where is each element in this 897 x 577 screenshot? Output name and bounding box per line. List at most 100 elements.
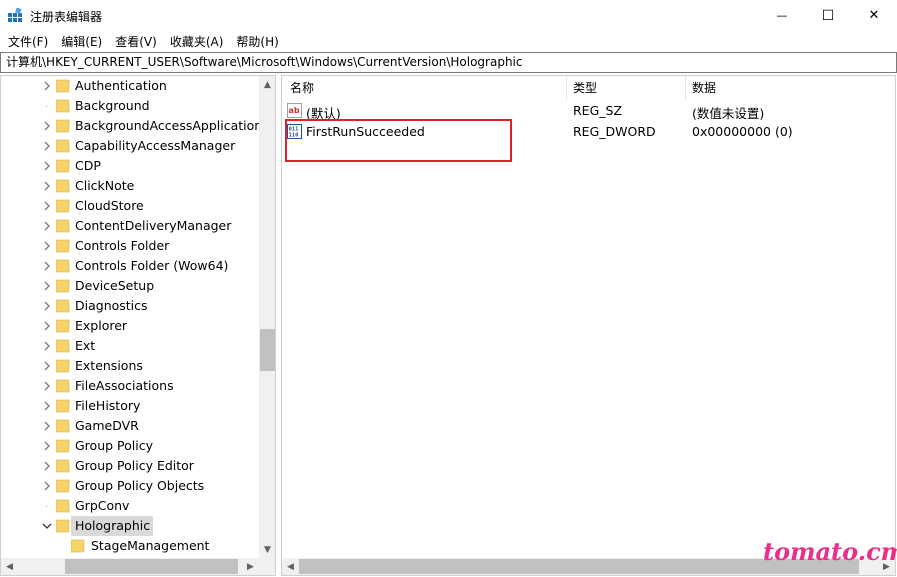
tree-item[interactable]: Extensions	[1, 356, 259, 376]
tree-item-label: Group Policy	[75, 438, 153, 453]
chevron-right-icon[interactable]	[41, 480, 53, 492]
scroll-right-icon[interactable]: ▶	[242, 558, 259, 575]
chevron-right-icon[interactable]	[41, 120, 53, 132]
chevron-right-icon[interactable]	[41, 320, 53, 332]
tree-item[interactable]: Ext	[1, 336, 259, 356]
tree-item-label: BackgroundAccessApplications	[75, 118, 259, 133]
folder-icon	[56, 239, 70, 253]
chevron-right-icon[interactable]	[41, 360, 53, 372]
chevron-right-icon[interactable]	[41, 340, 53, 352]
chevron-right-icon[interactable]	[41, 200, 53, 212]
tree-item[interactable]: Holographic	[1, 516, 259, 536]
tree-item[interactable]: DeviceSetup	[1, 276, 259, 296]
value-data: 0x00000000 (0)	[692, 124, 793, 139]
key-tree-pane: Authentication Background BackgroundAccess…	[0, 75, 276, 576]
tree-item[interactable]: Controls Folder	[1, 236, 259, 256]
tree-item[interactable]: StageManagement	[1, 536, 259, 556]
scroll-left-icon[interactable]: ◀	[282, 558, 299, 575]
chevron-right-icon[interactable]	[41, 240, 53, 252]
tree-scroll-thumb[interactable]	[260, 329, 275, 371]
folder-icon	[56, 339, 70, 353]
tree-hscroll-thumb[interactable]	[65, 559, 238, 574]
tree-item[interactable]: GrpConv	[1, 496, 259, 516]
chevron-right-icon[interactable]	[41, 460, 53, 472]
chevron-right-icon[interactable]	[41, 140, 53, 152]
minimize-button[interactable]: —	[759, 0, 805, 31]
tree-item-label: Controls Folder (Wow64)	[75, 258, 229, 273]
tree-item[interactable]: ContentDeliveryManager	[1, 216, 259, 236]
column-data[interactable]: 数据	[686, 76, 886, 100]
folder-icon	[56, 259, 70, 273]
chevron-right-icon[interactable]	[41, 380, 53, 392]
folder-icon	[56, 179, 70, 193]
scroll-left-icon[interactable]: ◀	[1, 558, 18, 575]
chevron-right-icon[interactable]	[41, 400, 53, 412]
svg-text:ab: ab	[289, 106, 300, 115]
chevron-right-icon[interactable]	[41, 180, 53, 192]
folder-icon	[56, 439, 70, 453]
tree-item-label: StageManagement	[91, 538, 210, 553]
menu-help[interactable]: 帮助(H)	[236, 33, 278, 50]
tree-item-label: FileHistory	[75, 398, 141, 413]
tree-item-label: Ext	[75, 338, 96, 353]
folder-icon	[56, 419, 70, 433]
folder-icon	[56, 279, 70, 293]
tree-item-label: ClickNote	[75, 178, 135, 193]
string-value-icon: ab	[287, 103, 302, 118]
tree-item[interactable]: Diagnostics	[1, 296, 259, 316]
value-row[interactable]: ab (默认) REG_SZ (数值未设置)	[282, 100, 895, 121]
chevron-right-icon[interactable]	[41, 300, 53, 312]
chevron-right-icon[interactable]	[41, 440, 53, 452]
chevron-right-icon[interactable]	[41, 420, 53, 432]
tree-item-label: DeviceSetup	[75, 278, 155, 293]
tree-item[interactable]: Group Policy Editor	[1, 456, 259, 476]
tree-item[interactable]: Group Policy	[1, 436, 259, 456]
close-button[interactable]: ✕	[851, 0, 897, 31]
scroll-up-icon[interactable]: ▲	[259, 76, 275, 93]
close-icon: ✕	[868, 8, 880, 23]
menu-edit[interactable]: 编辑(E)	[61, 33, 102, 50]
menu-view[interactable]: 查看(V)	[115, 33, 157, 50]
tree-item[interactable]: BackgroundAccessApplications	[1, 116, 259, 136]
tree-item[interactable]: Explorer	[1, 316, 259, 336]
tree-item[interactable]: Authentication	[1, 76, 259, 96]
tree-item[interactable]: CloudStore	[1, 196, 259, 216]
tree-vertical-scrollbar[interactable]: ▲ ▼	[259, 76, 275, 558]
address-bar[interactable]: 计算机\HKEY_CURRENT_USER\Software\Microsoft…	[0, 52, 897, 73]
scrollbar-corner	[259, 558, 275, 575]
chevron-right-icon[interactable]	[41, 80, 53, 92]
chevron-right-icon[interactable]	[41, 160, 53, 172]
chevron-right-icon[interactable]	[41, 260, 53, 272]
chevron-right-icon[interactable]	[41, 220, 53, 232]
maximize-button[interactable]: ☐	[805, 0, 851, 31]
folder-icon	[56, 519, 70, 533]
tree-horizontal-scrollbar[interactable]: ◀ ▶	[1, 558, 259, 575]
tree-item[interactable]: Controls Folder (Wow64)	[1, 256, 259, 276]
scroll-down-icon[interactable]: ▼	[259, 541, 275, 558]
column-name[interactable]: 名称	[284, 76, 566, 100]
column-header: 名称 类型 数据	[282, 76, 895, 100]
tree-item[interactable]: GameDVR	[1, 416, 259, 436]
tree-item[interactable]: Group Policy Objects	[1, 476, 259, 496]
tree-item[interactable]: ClickNote	[1, 176, 259, 196]
menu-favorites[interactable]: 收藏夹(A)	[170, 33, 224, 50]
folder-icon	[56, 139, 70, 153]
folder-icon	[56, 499, 70, 513]
tree-item[interactable]: FileAssociations	[1, 376, 259, 396]
tree-item[interactable]: CDP	[1, 156, 259, 176]
tree-item[interactable]: CapabilityAccessManager	[1, 136, 259, 156]
menu-file[interactable]: 文件(F)	[8, 33, 48, 50]
folder-icon	[56, 359, 70, 373]
tree-item-label: Explorer	[75, 318, 128, 333]
column-type[interactable]: 类型	[567, 76, 685, 100]
tree-connector	[46, 506, 47, 507]
chevron-right-icon[interactable]	[41, 280, 53, 292]
folder-icon	[56, 99, 70, 113]
tree-item[interactable]: FileHistory	[1, 396, 259, 416]
tree-item-label: Background	[75, 98, 150, 113]
chevron-down-icon[interactable]	[41, 520, 53, 532]
folder-icon	[56, 79, 70, 93]
tree-item[interactable]: Background	[1, 96, 259, 116]
window-title: 注册表编辑器	[30, 10, 103, 24]
tree-item-label: Diagnostics	[75, 298, 148, 313]
